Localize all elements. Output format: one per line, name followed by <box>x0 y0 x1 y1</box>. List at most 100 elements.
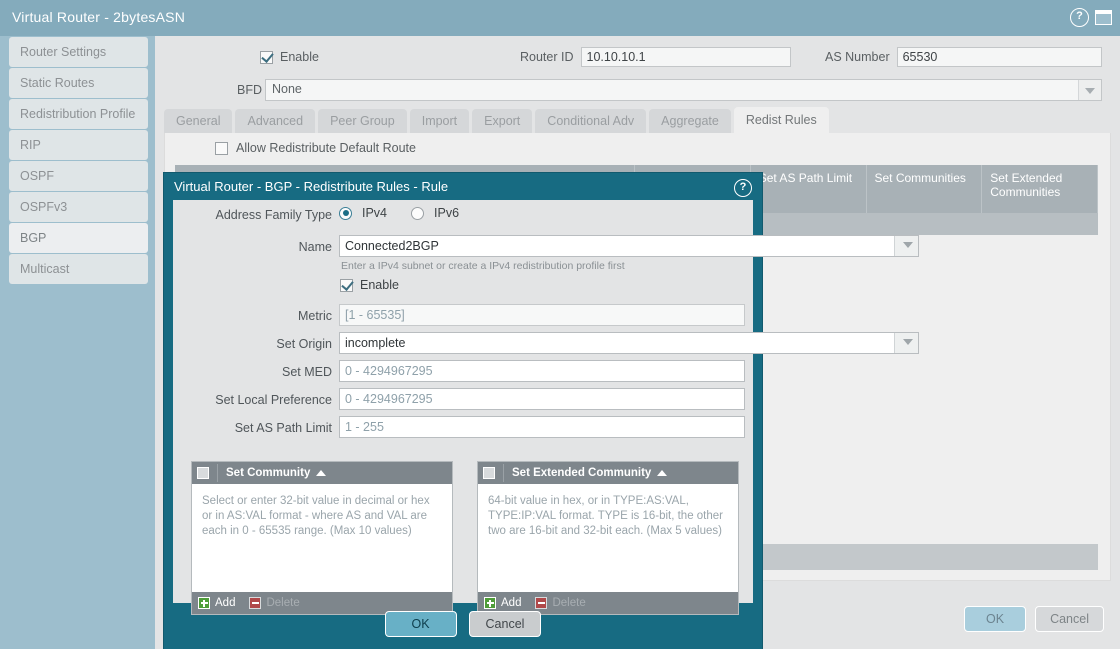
as-number-input[interactable]: 65530 <box>896 47 1102 67</box>
tab-redist-rules[interactable]: Redist Rules <box>733 107 829 134</box>
app-root: Virtual Router - 2bytesASN ? Router Sett… <box>0 0 1120 649</box>
as-number-label: AS Number <box>825 50 890 64</box>
tab-general[interactable]: General <box>164 109 233 134</box>
set-as-path-limit-field[interactable]: 1 - 255 <box>339 416 745 438</box>
address-family-radio-group[interactable]: IPv4 IPv6 <box>339 206 459 220</box>
sidebar-item-router-settings[interactable]: Router Settings <box>9 37 148 67</box>
set-extended-community-add-label: Add <box>501 597 522 609</box>
allow-default-route-checkbox[interactable] <box>215 141 228 155</box>
help-circle-icon[interactable]: ? <box>1070 8 1089 27</box>
router-id-group: Router ID 10.10.10.1 <box>520 47 791 67</box>
radio-ipv6-label: IPv6 <box>434 206 460 220</box>
name-dropdown[interactable]: Connected2BGP <box>339 235 919 257</box>
sidebar-item-multicast[interactable]: Multicast <box>9 254 148 284</box>
sidebar-item-bgp[interactable]: BGP <box>9 223 148 253</box>
tab-peer-group[interactable]: Peer Group <box>318 109 407 134</box>
sidebar-item-label: OSPF <box>20 169 55 183</box>
router-id-input[interactable]: 10.10.10.1 <box>580 47 791 67</box>
allow-default-route-group[interactable]: Allow Redistribute Default Route <box>215 141 416 155</box>
page-cancel-button[interactable]: Cancel <box>1035 606 1104 632</box>
set-community-add-button[interactable]: Add <box>198 597 235 609</box>
add-icon <box>484 597 496 609</box>
dialog-ok-button[interactable]: OK <box>384 611 457 637</box>
bgp-tab-bar: General Advanced Peer Group Import Expor… <box>164 106 832 134</box>
radio-ipv4-label: IPv4 <box>362 206 388 220</box>
sidebar-item-label: Router Settings <box>20 45 107 59</box>
bgp-enable-group[interactable]: Enable <box>260 50 319 64</box>
sidebar-item-label: OSPFv3 <box>20 200 68 214</box>
set-med-field[interactable]: 0 - 4294967295 <box>339 360 745 382</box>
dialog-enable-group[interactable]: Enable <box>340 278 399 292</box>
sidebar-item-redistribution-profile[interactable]: Redistribution Profile <box>9 99 148 129</box>
window-restore-icon[interactable] <box>1095 10 1112 25</box>
metric-field[interactable]: [1 - 65535] <box>339 304 745 326</box>
set-community-header[interactable]: Set Community <box>192 462 452 484</box>
delete-icon <box>535 597 548 609</box>
table-header-set-as-path-limit: Set AS Path Limit <box>751 165 867 213</box>
chevron-up-icon[interactable] <box>657 470 668 476</box>
tab-aggregate[interactable]: Aggregate <box>649 109 731 134</box>
page-ok-button[interactable]: OK <box>964 606 1027 632</box>
help-circle-icon[interactable]: ? <box>734 179 752 197</box>
set-extended-community-add-button[interactable]: Add <box>484 597 521 609</box>
bgp-top-row: Enable Router ID 10.10.10.1 AS Number 65… <box>155 36 1120 78</box>
tab-export[interactable]: Export <box>472 109 533 134</box>
bgp-enable-checkbox[interactable] <box>260 50 273 64</box>
set-as-path-limit-input[interactable]: 1 - 255 <box>339 416 745 438</box>
set-extended-community-header[interactable]: Set Extended Community <box>478 462 738 484</box>
dialog-button-row: OK Cancel <box>164 611 762 637</box>
sidebar-item-label: Static Routes <box>20 76 95 90</box>
table-header-set-communities: Set Communities <box>867 165 983 213</box>
dialog-cancel-button[interactable]: Cancel <box>468 611 542 637</box>
set-community-title: Set Community <box>226 467 311 479</box>
tab-conditional-adv[interactable]: Conditional Adv <box>535 109 647 134</box>
tab-advanced[interactable]: Advanced <box>235 109 316 134</box>
chevron-up-icon[interactable] <box>316 470 327 476</box>
set-local-preference-label: Set Local Preference <box>215 393 332 407</box>
sidebar-item-ospfv3[interactable]: OSPFv3 <box>9 192 148 222</box>
set-origin-value[interactable]: incomplete <box>339 332 919 354</box>
dialog-enable-row: Enable <box>173 278 753 298</box>
set-extended-community-delete-button[interactable]: Delete <box>535 597 586 609</box>
radio-ipv6[interactable] <box>411 206 425 220</box>
sidebar-item-label: Multicast <box>20 262 70 276</box>
name-input[interactable]: Connected2BGP <box>339 235 919 257</box>
sidebar-item-ospf[interactable]: OSPF <box>9 161 148 191</box>
set-extended-community-delete-label: Delete <box>552 597 586 609</box>
community-panels: Set Community Select or enter 32-bit val… <box>191 461 739 615</box>
sidebar-item-label: RIP <box>20 138 41 152</box>
window-title-bar: Virtual Router - 2bytesASN ? <box>0 0 1120 36</box>
set-extended-community-checkbox[interactable] <box>483 467 495 479</box>
bgp-enable-label: Enable <box>280 50 319 64</box>
delete-icon <box>249 597 262 609</box>
dialog-enable-checkbox[interactable] <box>340 278 353 292</box>
chevron-down-icon <box>903 242 913 248</box>
sidebar-item-rip[interactable]: RIP <box>9 130 148 160</box>
tab-import[interactable]: Import <box>409 109 470 134</box>
bfd-value: None <box>272 82 302 96</box>
set-community-checkbox[interactable] <box>197 467 209 479</box>
metric-input[interactable]: [1 - 65535] <box>339 304 745 326</box>
address-family-label: Address Family Type <box>215 208 332 222</box>
set-origin-dropdown[interactable]: incomplete <box>339 332 919 354</box>
set-community-delete-button[interactable]: Delete <box>249 597 300 609</box>
set-med-input[interactable]: 0 - 4294967295 <box>339 360 745 382</box>
allow-default-route-label: Allow Redistribute Default Route <box>236 141 416 155</box>
metric-row: Metric [1 - 65535] <box>173 304 753 329</box>
window-controls: ? <box>1070 8 1112 27</box>
dialog-enable-label: Enable <box>360 278 399 292</box>
dialog-body: Address Family Type IPv4 IPv6 Name Conne… <box>173 200 919 615</box>
set-extended-community-body: 64-bit value in hex, or in TYPE:AS:VAL, … <box>488 495 723 537</box>
sidebar-item-static-routes[interactable]: Static Routes <box>9 68 148 98</box>
name-hint: Enter a IPv4 subnet or create a IPv4 red… <box>341 260 625 272</box>
router-id-label: Router ID <box>520 50 574 64</box>
radio-ipv4[interactable] <box>339 206 352 220</box>
table-header-set-extended-communities: Set Extended Communities <box>982 165 1098 213</box>
set-as-path-limit-row: Set AS Path Limit 1 - 255 <box>173 416 753 441</box>
set-community-add-label: Add <box>215 597 236 609</box>
sidebar-item-label: BGP <box>20 231 47 245</box>
set-local-preference-field[interactable]: 0 - 4294967295 <box>339 388 745 410</box>
bfd-dropdown[interactable]: None <box>265 79 1102 101</box>
set-local-preference-input[interactable]: 0 - 4294967295 <box>339 388 745 410</box>
redistribute-rule-dialog: Virtual Router - BGP - Redistribute Rule… <box>164 173 919 649</box>
